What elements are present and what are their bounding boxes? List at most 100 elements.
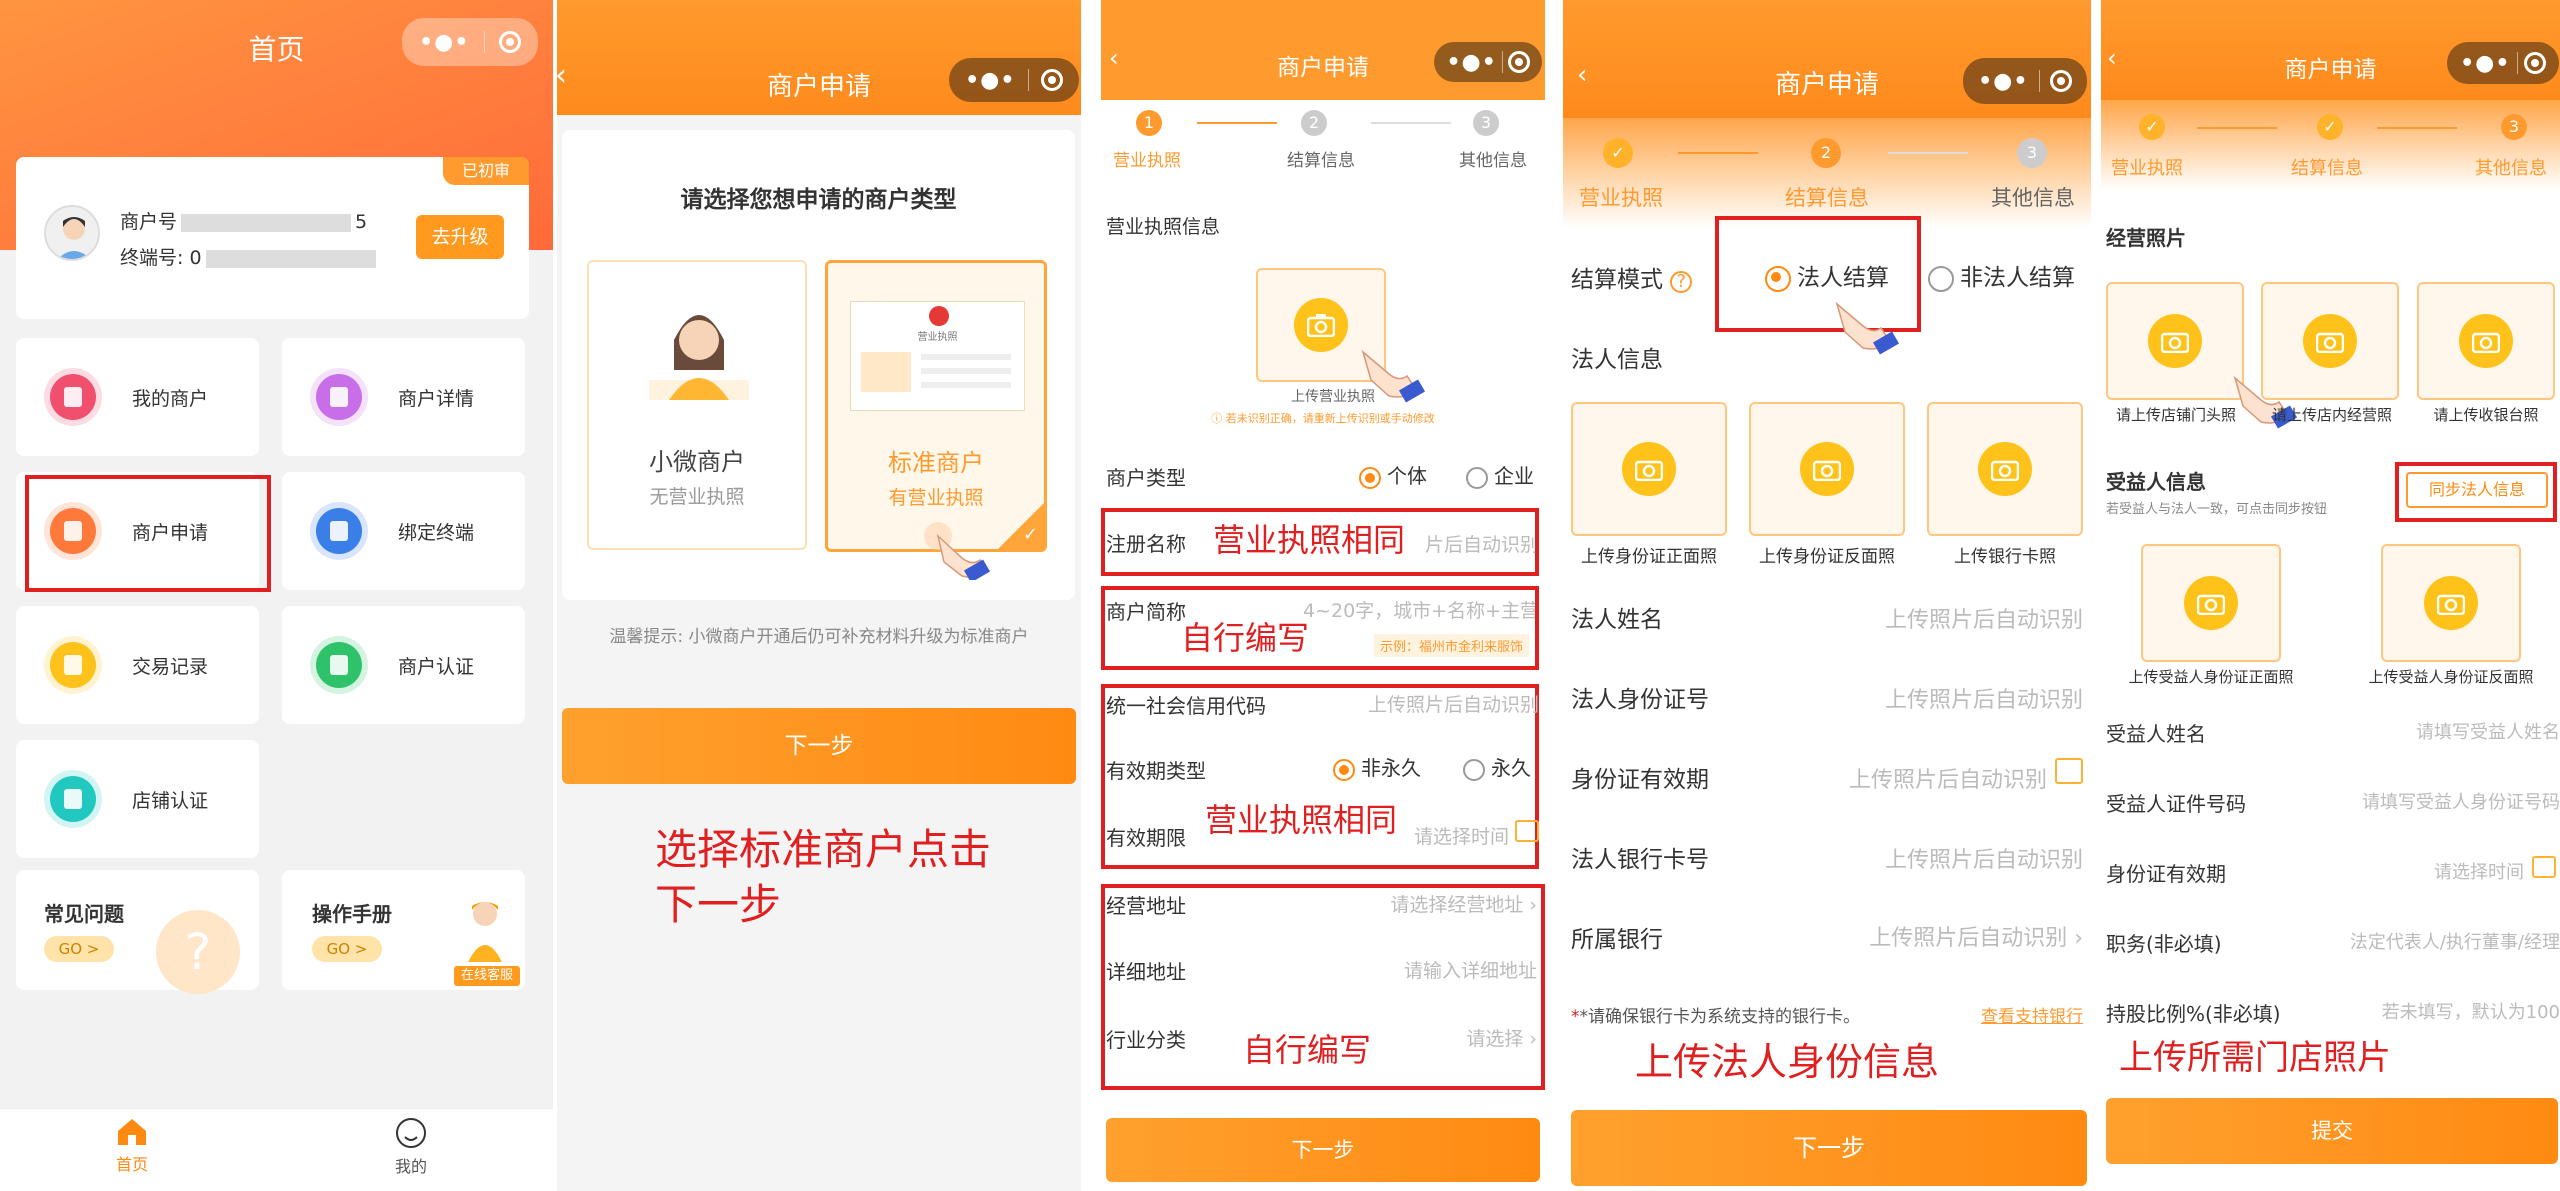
cashier-upload[interactable]: [2417, 282, 2555, 400]
calendar-icon[interactable]: [2055, 758, 2083, 784]
menu-item[interactable]: 商户详情: [282, 338, 525, 456]
beneficiary-title: 受益人信息: [2106, 470, 2206, 494]
ben-id-label: 受益人证件号码: [2106, 792, 2246, 816]
legal-name-input[interactable]: 上传照片后自动识别: [1885, 602, 2083, 634]
radio-person[interactable]: 个体: [1359, 460, 1427, 489]
pointer-hand-icon: [922, 520, 992, 583]
step-3-dot: 3: [2017, 138, 2047, 168]
valid-period-input[interactable]: 请选择时间: [1414, 822, 1509, 849]
job-input[interactable]: 法定代表人/执行董事/经理: [2350, 928, 2560, 954]
ben-id-input[interactable]: 请填写受益人身份证号码: [2362, 788, 2560, 814]
more-icon[interactable]: •●•: [1978, 69, 2028, 94]
id-front-upload[interactable]: [1571, 402, 1727, 536]
merchant-info-card: 已初审 商户号 5 终端号: 0 去升级: [16, 157, 529, 319]
option-micro[interactable]: 小微商户 无营业执照: [587, 260, 807, 550]
industry-select[interactable]: 请选择 ›: [1466, 1024, 1537, 1051]
more-icon[interactable]: •●•: [1446, 50, 1496, 75]
more-icon[interactable]: •●•: [965, 68, 1015, 93]
menu-item[interactable]: 交易记录: [16, 606, 259, 724]
bank-select[interactable]: 上传照片后自动识别 ›: [1869, 920, 2083, 952]
tab-mine[interactable]: 我的: [386, 1117, 436, 1177]
menu-item-label: 交易记录: [132, 656, 209, 678]
menu-item[interactable]: 我的商户: [16, 338, 259, 456]
business-photos-screen: ‹ 商户申请 •●• ✓ ✓ 3 营业执照 结算信息 其他信息 经营照片 请上传…: [2101, 0, 2560, 1191]
miniapp-capsule[interactable]: •●•: [1963, 58, 2087, 104]
close-target-icon[interactable]: [2049, 70, 2072, 92]
tab-home[interactable]: 首页: [108, 1117, 156, 1175]
card-icon: [316, 374, 362, 420]
faq-card[interactable]: 常见问题 GO > ?: [16, 870, 259, 994]
storefront-upload[interactable]: [2106, 282, 2244, 400]
credit-code-input[interactable]: 上传照片后自动识别: [1368, 690, 1539, 717]
legal-id-label: 法人身份证号: [1571, 687, 1709, 713]
upload-caption: 上传营业执照: [1291, 389, 1375, 405]
menu-item[interactable]: 商户认证: [282, 606, 525, 724]
miniapp-capsule[interactable]: •●•: [402, 18, 538, 66]
more-icon[interactable]: •●•: [419, 30, 469, 55]
legal-id-input[interactable]: 上传照片后自动识别: [1885, 682, 2083, 714]
standard-title: 标准商户: [888, 449, 984, 477]
menu-item[interactable]: 绑定终端: [282, 472, 525, 590]
ben-name-input[interactable]: 请填写受益人姓名: [2416, 718, 2560, 744]
bank-card-upload[interactable]: [1927, 402, 2083, 536]
annotation-same-2: 营业执照相同: [1205, 801, 1398, 839]
verify-icon: [316, 642, 362, 688]
step-1-dot: ✓: [1603, 138, 1633, 168]
faq-go-button[interactable]: GO >: [44, 936, 114, 962]
id-back-upload[interactable]: [1749, 402, 1905, 536]
stepper: 1 2 3 营业执照 结算信息 其他信息: [1101, 100, 1545, 180]
address-input[interactable]: 请选择经营地址 ›: [1390, 890, 1537, 917]
close-target-icon[interactable]: [1507, 51, 1530, 73]
submit-button[interactable]: 提交: [2106, 1098, 2558, 1164]
ben-id-valid-input[interactable]: 请选择时间: [2434, 858, 2524, 884]
close-target-icon[interactable]: [2523, 52, 2546, 74]
id-valid-input[interactable]: 上传照片后自动识别: [1849, 762, 2047, 794]
calendar-icon[interactable]: [2532, 856, 2556, 878]
more-icon[interactable]: •●•: [2460, 51, 2510, 76]
woman-icon: [639, 300, 759, 400]
settlement-screen: ‹ 商户申请 •●• ✓ 2 3 营业执照 结算信息 其他信息 结算模式 ? 法…: [1563, 0, 2091, 1191]
status-badge: 已初审: [443, 157, 529, 185]
step-2-dot: ✓: [2317, 114, 2343, 140]
ben-id-front-upload[interactable]: [2141, 544, 2281, 662]
license-tag: 营业执照: [917, 332, 958, 343]
radio-nonlegal-settle[interactable]: 非法人结算: [1928, 258, 2075, 292]
ben-id-back-upload[interactable]: [2381, 544, 2521, 662]
camera-icon: [2184, 576, 2238, 630]
step-3-label: 其他信息: [1991, 186, 2075, 210]
highlight-apply: [25, 475, 271, 592]
online-service-button[interactable]: 在线客服: [454, 966, 520, 986]
home-screen: 首页 •●• 已初审 商户号 5 终端号: 0 去升级 我的商户 商户详情 商户申请绑…: [0, 0, 553, 1191]
share-label: 持股比例%(非必填): [2106, 1002, 2281, 1026]
option-standard[interactable]: 营业执照 标准商户 有营业执照 ✓: [825, 260, 1047, 552]
manual-go-button[interactable]: GO >: [312, 936, 382, 962]
annotation-store-photos: 上传所需门店照片: [2119, 1038, 2391, 1078]
upgrade-button[interactable]: 去升级: [416, 215, 504, 259]
supported-banks-link[interactable]: 查看支持银行: [1981, 1002, 2083, 1027]
next-button[interactable]: 下一步: [1571, 1110, 2087, 1186]
manual-card[interactable]: 操作手册 GO > 在线客服: [282, 870, 525, 990]
help-icon[interactable]: ?: [1670, 271, 1693, 293]
settle-mode-label: 结算模式 ?: [1571, 260, 1693, 294]
camera-icon: [1978, 442, 2032, 496]
radio-non-permanent[interactable]: 非永久: [1333, 752, 1421, 781]
bank-card-input[interactable]: 上传照片后自动识别: [1885, 842, 2083, 874]
detail-address-label: 详细地址: [1106, 960, 1186, 984]
miniapp-capsule[interactable]: •●•: [2447, 42, 2559, 84]
next-button[interactable]: 下一步: [562, 708, 1076, 784]
share-input[interactable]: 若未填写，默认为100: [2382, 998, 2560, 1024]
close-target-icon[interactable]: [1040, 69, 1063, 91]
next-button[interactable]: 下一步: [1106, 1118, 1540, 1182]
camera-icon: [1800, 442, 1854, 496]
close-target-icon[interactable]: [498, 31, 521, 53]
radio-company[interactable]: 企业: [1466, 460, 1534, 489]
menu-item[interactable]: 店铺认证: [16, 740, 259, 858]
miniapp-capsule[interactable]: •●•: [1434, 42, 1542, 82]
detail-address-input[interactable]: 请输入详细地址: [1404, 956, 1537, 983]
home-tab-icon: [118, 1119, 146, 1145]
calendar-icon[interactable]: [1515, 820, 1539, 842]
miniapp-capsule[interactable]: •●•: [949, 58, 1079, 102]
highlight-short-name: [1101, 586, 1539, 670]
radio-permanent[interactable]: 永久: [1463, 752, 1531, 781]
bank-label: 所属银行: [1571, 927, 1663, 953]
